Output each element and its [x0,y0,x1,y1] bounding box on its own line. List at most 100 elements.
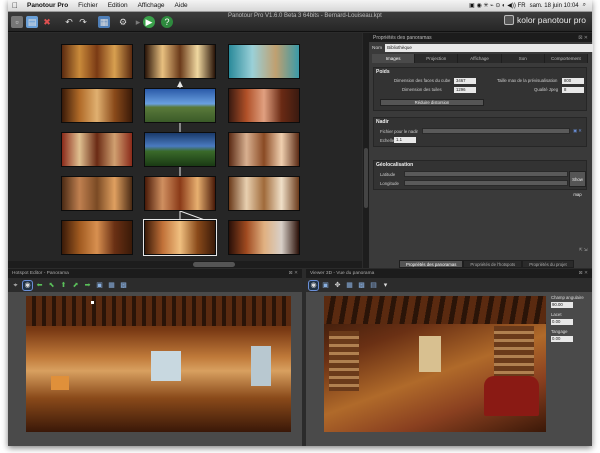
image-icon[interactable]: ▣ [95,281,104,290]
menu-fichier[interactable]: Fichier [73,2,103,9]
arrow-icon[interactable]: ➡ [83,281,92,290]
panorama-thumbnail[interactable] [228,176,300,211]
add-panorama-icon[interactable]: ▦ [98,16,110,28]
horizontal-scrollbar[interactable] [8,261,362,268]
section-header: Géolocalisation [376,162,414,168]
tab-hotspot-properties[interactable]: Propriétés de l'hotspots [463,260,523,268]
brand-logo: kolor panotour pro [504,15,586,25]
panorama-thumbnail[interactable] [61,132,133,167]
hotspot-marker[interactable] [91,301,94,304]
search-icon[interactable]: ⌕ [583,2,586,9]
menu-affichage[interactable]: Affichage [133,2,170,9]
help-icon[interactable]: ? [161,16,173,28]
screen-icon[interactable]: ▣ [321,281,330,290]
image-icon[interactable]: ▦ [107,281,116,290]
image-icon[interactable]: ▩ [119,281,128,290]
jpeg-quality-stepper[interactable]: 8 [562,87,584,93]
name-field[interactable]: Bibliothèque [385,44,594,52]
panorama-thumbnail-selected[interactable] [143,219,217,256]
hotspot-icon[interactable]: ◉ [308,279,319,291]
arrow-icon[interactable]: ⬅ [35,281,44,290]
panorama-thumbnail[interactable] [61,88,133,123]
section-poids: Poids Dimension des faces du cube 3467 D… [373,67,587,111]
panorama-thumbnail[interactable] [144,176,216,211]
ceiling-beams [26,296,291,326]
browse-icon[interactable]: ▣ ✕ [573,128,582,134]
preview-size-stepper[interactable]: 800 [562,78,584,84]
arrow-icon[interactable]: ⬉ [47,281,56,290]
arrow-icon[interactable]: ⬆ [59,281,68,290]
settings-icon[interactable]: ⚙ [117,16,129,28]
window-light [251,346,271,386]
close-icon[interactable]: ⊠ ✕ [578,35,588,41]
image-icon[interactable]: ▩ [357,281,366,290]
menu-app[interactable]: Panotour Pro [22,2,73,9]
status-icons[interactable]: ▣ ◉ ✳ ⌁ ⊙ ◐ ◀)) FR [469,2,525,9]
undo-icon[interactable]: ↶ [63,16,75,28]
arrow-icon[interactable]: ⬈ [71,281,80,290]
redo-icon[interactable]: ↷ [77,16,89,28]
tab-affichage[interactable]: Affichage [458,54,502,63]
tab-project-properties[interactable]: Propriétés du projet [522,260,574,268]
panorama-thumbnail[interactable] [228,132,300,167]
panorama-thumbnail[interactable] [228,220,300,255]
new-project-icon[interactable]: ▫ [11,16,23,28]
longitude-label: Longitude [380,181,399,186]
open-icon[interactable]: ▤ [26,16,38,28]
latitude-field[interactable] [404,171,568,177]
perspective-view-image[interactable] [324,296,546,432]
apple-menu-icon[interactable]:  [8,1,22,10]
reduce-distortion-button[interactable]: Réduire distorsion [380,99,484,106]
close-icon[interactable]: ⊠ ✕ [579,271,588,276]
nadir-file-field[interactable] [422,128,570,134]
tab-comportement[interactable]: Comportement [545,54,589,63]
delete-icon[interactable]: ✖ [41,16,53,28]
tab-projection[interactable]: Projection [415,54,459,63]
section-header: Nadir [376,119,389,125]
viewer-toolbar: ◉ ▣ ✥ ▦ ▩ ▤ ▾ [306,278,592,292]
equirectangular-panorama-image[interactable] [26,296,291,432]
panel-title: Propriétés des panoramas [373,34,432,41]
panorama-list[interactable] [8,33,362,261]
tab-images[interactable]: Images [372,54,416,63]
field-angle-stepper[interactable]: 90.00 [551,302,573,308]
scale-stepper[interactable]: 1.1 [394,137,416,143]
lacet-stepper[interactable]: 0.00 [551,319,573,325]
tab-panorama-properties[interactable]: Propriétés des panoramas [399,260,464,268]
menu-edition[interactable]: Edition [103,2,133,9]
hotspot-icon[interactable]: ◉ [22,279,33,291]
panorama-thumbnail[interactable] [61,176,133,211]
armchair [484,376,539,416]
panorama-thumbnail[interactable] [144,88,216,123]
pin-icons[interactable]: ⇱ ⇲ [579,247,587,253]
section-header: Poids [376,69,390,75]
scroll-thumb[interactable] [364,148,368,208]
panorama-thumbnail[interactable] [144,44,216,79]
image-icon[interactable]: ▤ [369,281,378,290]
close-icon[interactable]: ⊠ ✕ [289,271,298,276]
properties-panel: Propriétés des panoramas ⊠ ✕ Nom Bibliot… [369,33,594,268]
cube-size-stepper[interactable]: 3467 [454,78,476,84]
menu-bar:  Panotour Pro Fichier Edition Affichage… [8,0,592,12]
tab-son[interactable]: Son [502,54,545,63]
menu-aide[interactable]: Aide [170,2,193,9]
dropdown-icon[interactable]: ▾ [381,281,390,290]
panorama-thumbnail[interactable] [228,88,300,123]
bookshelf [494,326,534,376]
pane-title: Viewer 3D - Vue du panorama [310,271,375,276]
hotspot-editor-pane: Hotspot Editor - Panorama ⊠ ✕ ⌖ ◉ ⬅ ⬉ ⬆ … [8,269,302,446]
build-tour-icon[interactable]: ▶ [143,16,155,28]
longitude-field[interactable] [404,180,568,186]
move-icon[interactable]: ✥ [333,281,342,290]
panorama-thumbnail[interactable] [228,44,300,79]
scroll-thumb[interactable] [193,262,235,267]
clock[interactable]: sam. 18 juin 10:04 [530,3,579,9]
pointer-icon[interactable]: ⌖ [11,281,20,290]
panorama-thumbnail[interactable] [61,220,133,255]
panorama-thumbnail[interactable] [144,132,216,167]
show-map-button[interactable]: Show map [569,171,586,197]
tangage-stepper[interactable]: 0.00 [551,336,573,342]
image-icon[interactable]: ▦ [345,281,354,290]
panorama-thumbnail[interactable] [61,44,133,79]
tile-size-stepper[interactable]: 1296 [454,87,476,93]
